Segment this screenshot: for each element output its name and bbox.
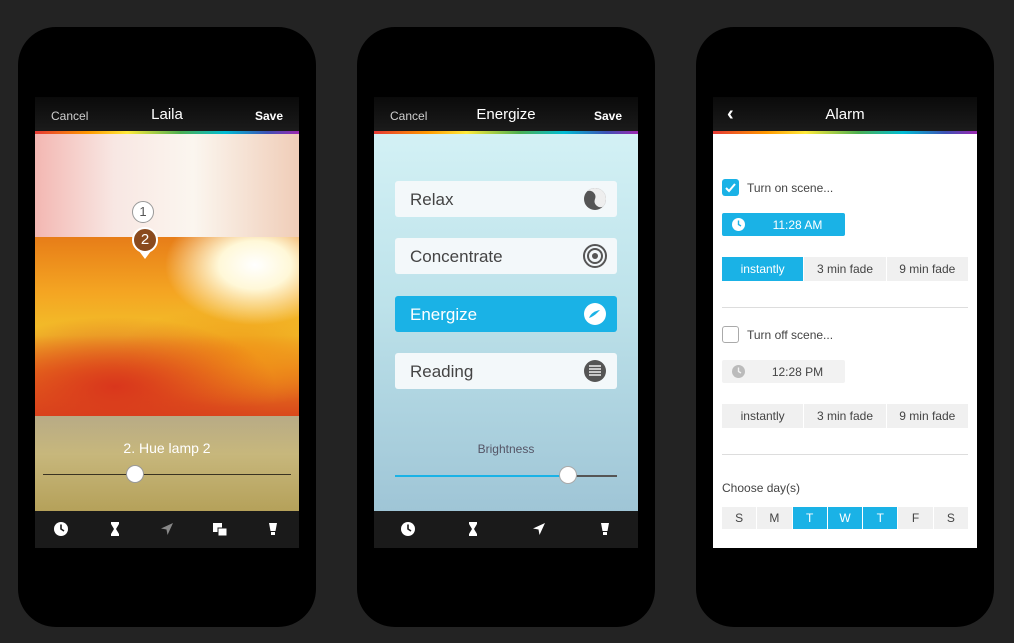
turn-on-time: 11:28 AM xyxy=(772,218,823,232)
turn-on-fade-9min[interactable]: 9 min fade xyxy=(886,257,968,281)
phone-frame-alarm: ‹ Alarm Turn on scene... 11:28 AM instan… xyxy=(696,27,994,627)
nav-bar: Cancel Laila Save xyxy=(35,97,299,134)
scene-label: Energize xyxy=(410,305,478,324)
scenes-icon[interactable] xyxy=(211,520,229,538)
scene-button-concentrate[interactable]: Concentrate xyxy=(395,238,617,274)
scene-label: Concentrate xyxy=(410,247,503,266)
divider xyxy=(722,307,968,308)
divider xyxy=(722,454,968,455)
turn-off-time-button[interactable]: 12:28 PM xyxy=(722,360,845,383)
bulb-icon[interactable] xyxy=(596,520,614,538)
turn-off-label: Turn off scene... xyxy=(747,328,834,342)
lamp-slider-track[interactable] xyxy=(43,474,291,475)
day-sunday[interactable]: S xyxy=(722,507,758,529)
turn-off-fade-3min[interactable]: 3 min fade xyxy=(804,404,887,428)
day-thursday[interactable]: T xyxy=(863,507,899,529)
scene-button-reading[interactable]: Reading xyxy=(395,353,617,389)
lamp-slider-knob[interactable] xyxy=(125,465,144,483)
day-tuesday[interactable]: T xyxy=(792,507,828,529)
clock-icon xyxy=(731,217,746,232)
bulb-icon[interactable] xyxy=(264,520,282,538)
phone-frame-light-editor: Cancel Laila Save 1 2 2. Hue lamp 2 xyxy=(18,27,316,627)
clock-icon[interactable] xyxy=(52,520,70,538)
turn-on-label: Turn on scene... xyxy=(747,181,834,195)
turn-off-fade-instantly[interactable]: instantly xyxy=(722,404,805,428)
scenes-screen: Cancel Energize Save Relax Concentrate E… xyxy=(374,97,638,548)
page-title: Alarm xyxy=(825,106,865,123)
scene-photo-top[interactable] xyxy=(35,134,299,237)
nav-bar: ‹ Alarm xyxy=(713,97,977,134)
choose-days-label: Choose day(s) xyxy=(722,481,801,495)
turn-on-fade-instantly[interactable]: instantly xyxy=(722,257,805,281)
tab-bar xyxy=(374,511,638,548)
clock-icon[interactable] xyxy=(399,520,417,538)
turn-off-fade-9min[interactable]: 9 min fade xyxy=(886,404,968,428)
save-button[interactable]: Save xyxy=(594,109,622,123)
energize-icon xyxy=(583,302,607,326)
turn-on-fade-selector: instantly 3 min fade 9 min fade xyxy=(722,257,968,281)
scene-label: Relax xyxy=(410,190,454,209)
day-saturday[interactable]: S xyxy=(933,507,968,529)
day-wednesday[interactable]: W xyxy=(827,507,864,529)
turn-on-fade-3min[interactable]: 3 min fade xyxy=(804,257,887,281)
location-arrow-icon[interactable] xyxy=(158,520,176,538)
clock-icon xyxy=(731,364,746,379)
turn-off-time: 12:28 PM xyxy=(771,365,824,379)
lamp-pin-1[interactable]: 1 xyxy=(132,201,154,223)
brightness-slider-fill xyxy=(395,475,569,477)
relax-icon xyxy=(583,187,607,211)
phone-frame-scenes: Cancel Energize Save Relax Concentrate E… xyxy=(357,27,655,627)
nav-bar: Cancel Energize Save xyxy=(374,97,638,134)
turn-on-checkbox[interactable] xyxy=(722,179,739,196)
scene-photo-sunset[interactable] xyxy=(35,237,299,416)
check-icon xyxy=(725,183,736,193)
brightness-slider-track[interactable] xyxy=(395,475,617,477)
save-button[interactable]: Save xyxy=(255,109,283,123)
reading-icon xyxy=(583,359,607,383)
turn-on-time-button[interactable]: 11:28 AM xyxy=(722,213,845,236)
concentrate-icon xyxy=(583,244,607,268)
lamp-control-panel: 2. Hue lamp 2 xyxy=(35,416,299,511)
day-selector: S M T W T F S xyxy=(722,507,968,529)
lamp-label: 2. Hue lamp 2 xyxy=(123,440,211,456)
hourglass-icon[interactable] xyxy=(106,520,124,538)
tab-bar xyxy=(35,511,299,548)
day-monday[interactable]: M xyxy=(757,507,793,529)
scene-label: Reading xyxy=(410,362,474,381)
brightness-label: Brightness xyxy=(477,442,535,456)
scene-button-energize[interactable]: Energize xyxy=(395,296,617,332)
hourglass-icon[interactable] xyxy=(464,520,482,538)
alarm-screen: ‹ Alarm Turn on scene... 11:28 AM instan… xyxy=(713,97,977,548)
turn-off-checkbox[interactable] xyxy=(722,326,739,343)
turn-off-fade-selector: instantly 3 min fade 9 min fade xyxy=(722,404,968,428)
location-arrow-icon[interactable] xyxy=(530,520,548,538)
lamp-pin-2[interactable]: 2 xyxy=(132,227,158,253)
day-friday[interactable]: F xyxy=(898,507,934,529)
scene-button-relax[interactable]: Relax xyxy=(395,181,617,217)
light-editor-screen: Cancel Laila Save 1 2 2. Hue lamp 2 xyxy=(35,97,299,548)
